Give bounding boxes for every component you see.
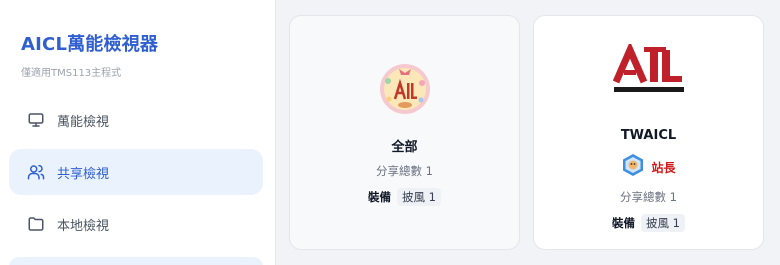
share-count: 分享總數 1 xyxy=(620,190,677,204)
sidebar-item-shared-view[interactable]: 共享檢視 xyxy=(9,149,263,195)
all-avatar-icon xyxy=(379,63,431,119)
card-all[interactable]: 全部 分享總數 1 裝備 披風 1 xyxy=(289,15,520,250)
card-name: TWAICL xyxy=(620,128,677,143)
equip-row: 裝備 披風 1 xyxy=(290,188,519,206)
owner-row: 站長 xyxy=(534,153,763,181)
card-name: 全部 xyxy=(391,140,418,155)
app-title: AICL萬能檢視器 xyxy=(21,34,159,55)
aicl-logo-icon xyxy=(610,41,688,100)
equip-label: 裝備 xyxy=(368,190,391,204)
sidebar-item-universal-view[interactable]: 萬能檢視 xyxy=(9,97,263,143)
app-subtitle: 僅適用TMS113主程式 xyxy=(21,68,122,79)
equip-tag[interactable]: 披風 1 xyxy=(641,214,685,232)
sidebar-item-local-view[interactable]: 本地檢視 xyxy=(9,201,263,247)
sidebar-item-label: 本地檢視 xyxy=(57,218,110,234)
sidebar-item-partial[interactable] xyxy=(9,257,263,265)
sidebar-item-label: 萬能檢視 xyxy=(57,114,110,130)
folder-icon xyxy=(26,214,46,234)
equip-label: 裝備 xyxy=(612,216,635,230)
users-icon xyxy=(26,162,46,182)
sidebar-item-label: 共享檢視 xyxy=(57,166,110,182)
equip-tag[interactable]: 披風 1 xyxy=(397,188,441,206)
equip-row: 裝備 披風 1 xyxy=(534,214,763,232)
sidebar: AICL萬能檢視器 僅適用TMS113主程式 萬能檢視 共享檢視 本地檢視 xyxy=(0,0,276,265)
owner-avatar-icon xyxy=(621,153,645,181)
card-twaicl[interactable]: TWAICL 站長 分享總數 1 裝備 披風 1 xyxy=(533,15,764,250)
owner-role-badge: 站長 xyxy=(651,160,676,175)
share-count: 分享總數 1 xyxy=(376,164,433,178)
monitor-icon xyxy=(26,110,46,130)
